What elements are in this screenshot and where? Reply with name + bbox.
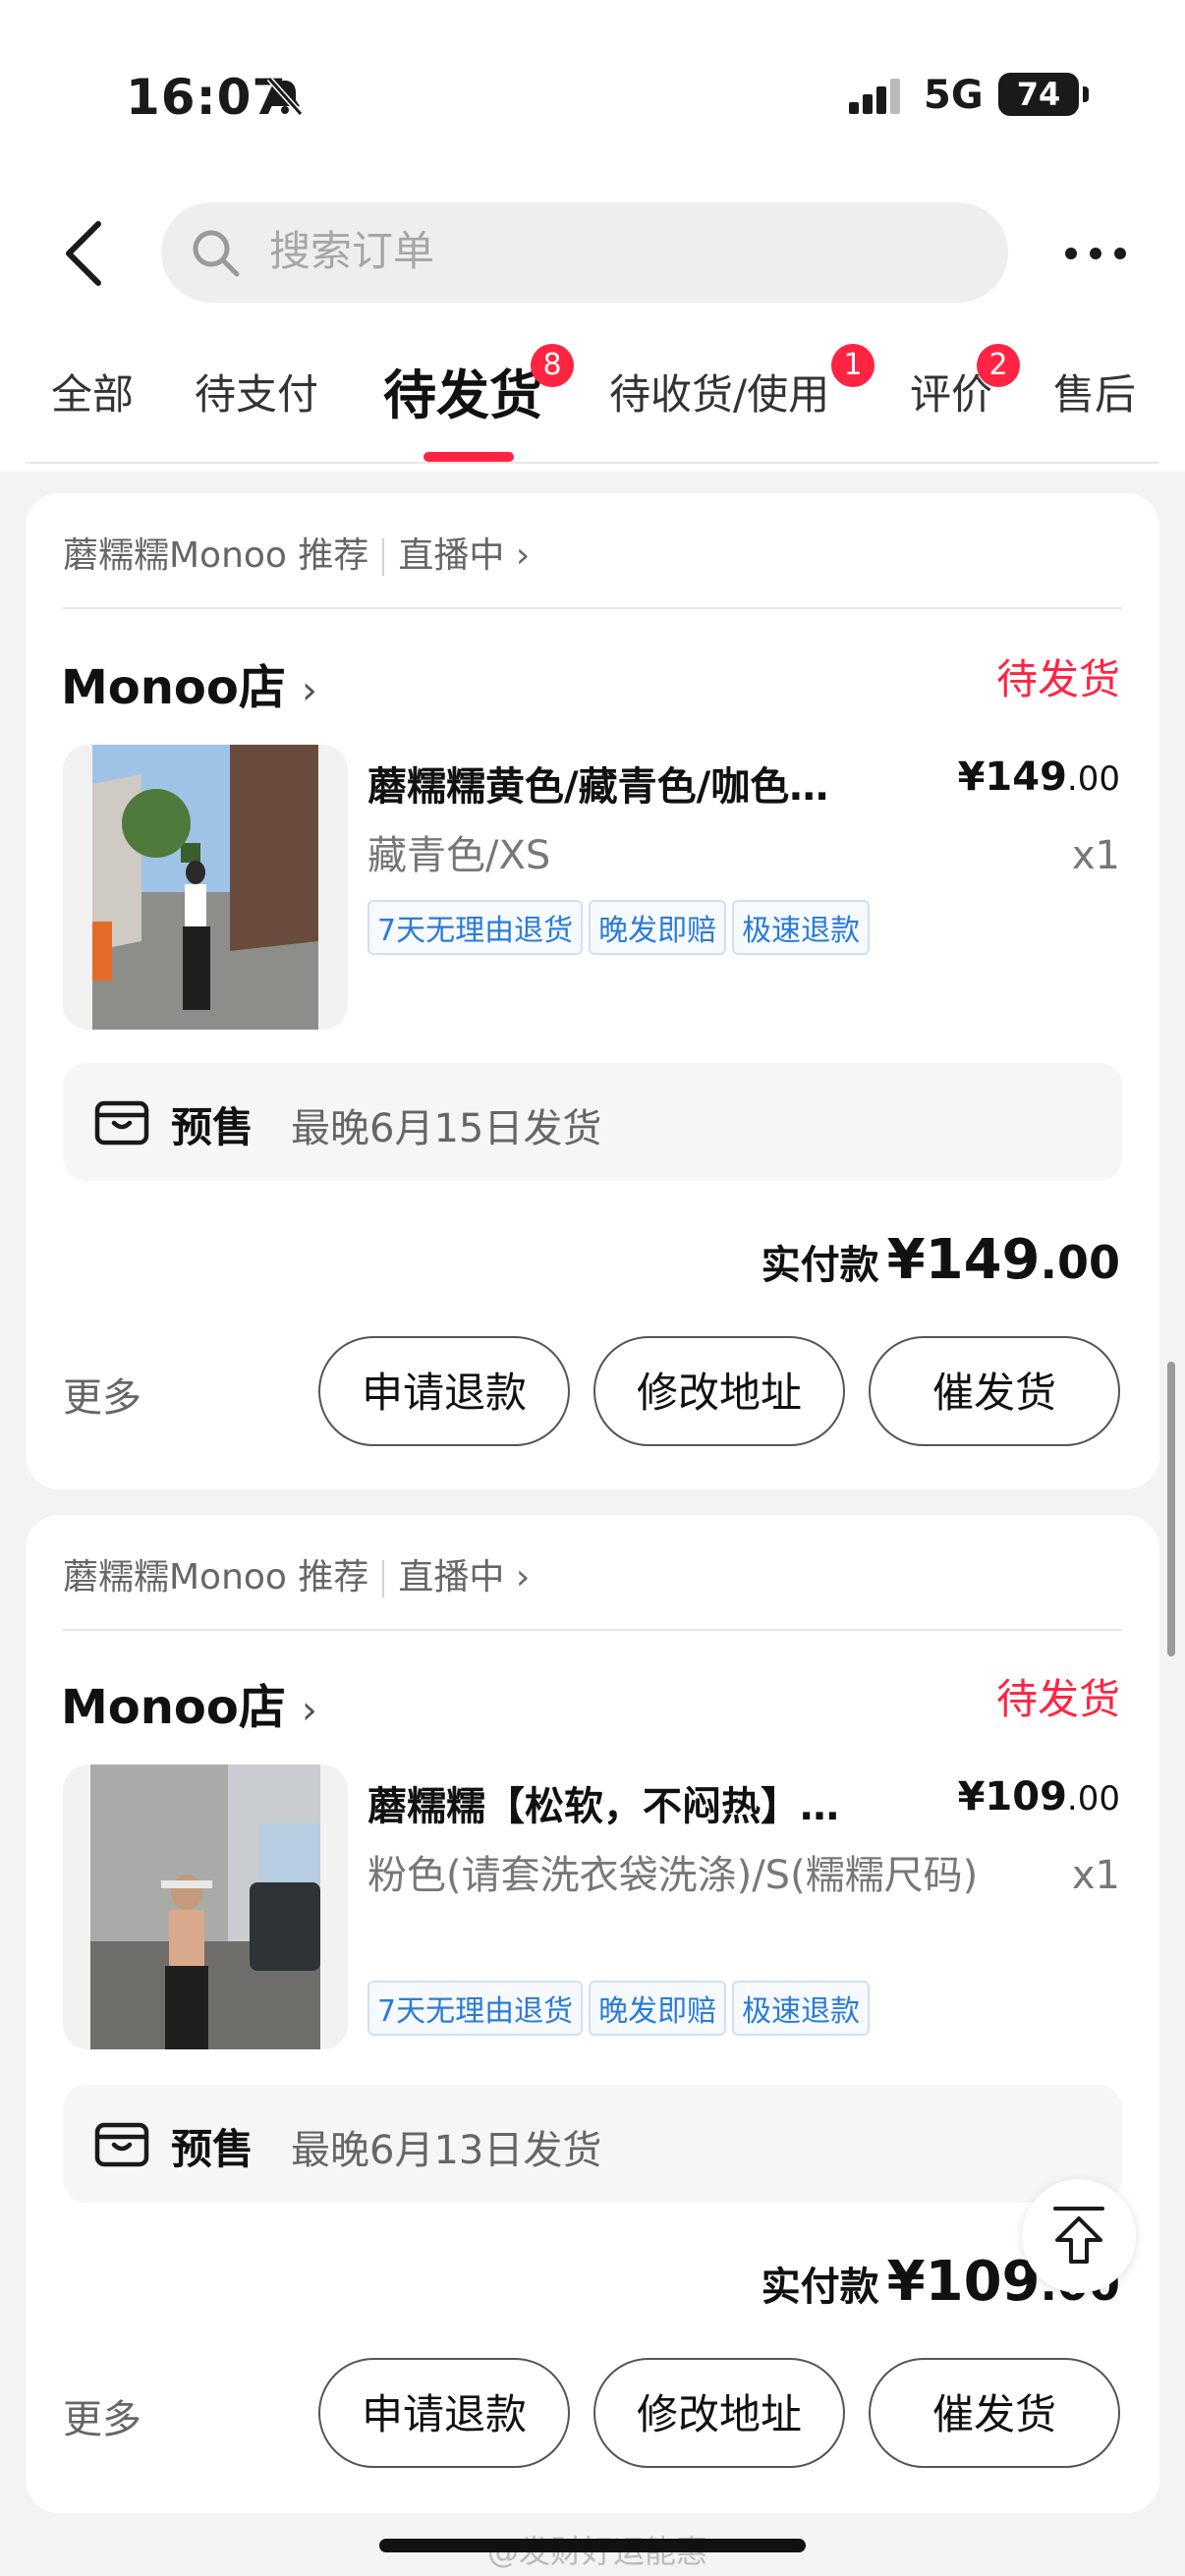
search-input[interactable]: 搜索订单 <box>161 202 1008 303</box>
live-link[interactable]: 直播中 <box>398 535 504 576</box>
product-price: ¥109.00 <box>958 1774 1120 1820</box>
tab-pending-shipment[interactable]: 待发货 <box>383 352 542 429</box>
chevron-right-icon: › <box>301 1688 317 1733</box>
tab-badge-review: 2 <box>977 344 1020 387</box>
presale-box-icon <box>94 1100 149 1146</box>
paid-amount: 实付款 ¥149.00 <box>762 1228 1120 1292</box>
tab-badge-receipt: 1 <box>831 344 875 387</box>
tab-pending-receipt[interactable]: 待收货/使用 <box>609 362 829 421</box>
paid-label: 实付款 <box>761 2265 879 2310</box>
price-main: ¥109 <box>957 1774 1067 1820</box>
product-spec: 藏青色/XS <box>367 833 551 878</box>
signal-icon <box>849 79 900 114</box>
home-indicator <box>379 2539 806 2552</box>
tag-7day-return: 7天无理由退货 <box>367 1981 584 2036</box>
service-tags: 7天无理由退货 晚发即赔 极速退款 <box>367 1981 875 2036</box>
card-divider <box>63 607 1122 609</box>
tag-late-compensation: 晚发即赔 <box>589 900 727 955</box>
more-link[interactable]: 更多 <box>63 2387 141 2444</box>
paid-decimal: .00 <box>1040 1236 1121 1289</box>
search-placeholder: 搜索订单 <box>269 227 435 275</box>
product-quantity: x1 <box>1071 1853 1120 1898</box>
card-divider <box>63 1629 1122 1631</box>
scrollbar[interactable] <box>1167 1362 1175 1656</box>
tab-after-sales[interactable]: 售后 <box>1053 362 1136 421</box>
order-tabs: 全部 待支付 待发货 8 待收货/使用 1 评价 2 售后 <box>0 344 1185 458</box>
tab-pending-payment[interactable]: 待支付 <box>195 362 318 421</box>
source-separator <box>382 1560 385 1597</box>
presale-deadline: 最晚6月13日发货 <box>291 2128 602 2173</box>
shop-name: Monoo店 <box>61 660 286 715</box>
paid-label: 实付款 <box>761 1243 879 1288</box>
shop-name-link[interactable]: Monoo店 › <box>61 648 317 717</box>
urge-shipping-button[interactable]: 催发货 <box>869 2358 1120 2468</box>
paid-main: ¥149 <box>886 1228 1041 1292</box>
order-source: 蘑糯糯Monoo 推荐 直播中 › <box>63 1548 530 1599</box>
presale-box-icon <box>94 2122 149 2167</box>
live-link[interactable]: 直播中 <box>398 1557 504 1597</box>
presale-deadline: 最晚6月15日发货 <box>291 1106 602 1151</box>
bell-muted-icon <box>266 77 304 116</box>
order-card: 蘑糯糯Monoo 推荐 直播中 › Monoo店 › 待发货 蘑糯糯黄色/藏青色/咖… <box>26 493 1159 1489</box>
order-status: 待发货 <box>995 1675 1120 1723</box>
product-quantity: x1 <box>1071 833 1120 878</box>
order-source: 蘑糯糯Monoo 推荐 直播中 › <box>63 527 530 578</box>
paid-main: ¥109 <box>886 2250 1041 2314</box>
service-tags: 7天无理由退货 晚发即赔 极速退款 <box>367 900 875 955</box>
more-link[interactable]: 更多 <box>63 1366 141 1423</box>
network-label: 5G <box>924 73 984 118</box>
product-image[interactable] <box>63 1764 348 2049</box>
status-bar: 16:07 5G 74 <box>0 0 1185 196</box>
product-photo-street <box>63 745 348 1030</box>
product-name[interactable]: 蘑糯糯【松软，不闷热】… <box>367 1774 898 1831</box>
chevron-right-icon: › <box>301 668 317 713</box>
refund-button[interactable]: 申请退款 <box>318 1336 570 1446</box>
back-to-top-button[interactable] <box>1022 2179 1136 2293</box>
source-separator <box>382 538 385 576</box>
order-status: 待发货 <box>995 655 1120 703</box>
refund-button[interactable]: 申请退款 <box>318 2358 570 2468</box>
battery-icon: 74 <box>998 73 1089 116</box>
search-icon <box>193 230 240 277</box>
product-image[interactable] <box>63 745 348 1030</box>
urge-shipping-button[interactable]: 催发货 <box>869 1336 1120 1446</box>
product-name[interactable]: 蘑糯糯黄色/藏青色/咖色… <box>367 755 898 812</box>
chevron-right-icon: › <box>515 535 531 576</box>
presale-info: 预售 最晚6月15日发货 <box>63 1063 1122 1181</box>
order-card: 蘑糯糯Monoo 推荐 直播中 › Monoo店 › 待发货 蘑糯糯【松软，不闷热】… <box>26 1515 1159 2513</box>
chevron-right-icon: › <box>515 1557 531 1597</box>
tab-all[interactable]: 全部 <box>51 362 134 421</box>
price-main: ¥149 <box>957 755 1067 800</box>
price-decimal: .00 <box>1066 759 1120 799</box>
product-spec: 粉色(请套洗衣袋洗涤)/S(糯糯尺码) <box>367 1853 979 1898</box>
source-label: 蘑糯糯Monoo 推荐 <box>63 535 369 576</box>
source-label: 蘑糯糯Monoo 推荐 <box>63 1557 369 1597</box>
product-price: ¥149.00 <box>958 755 1120 800</box>
tag-late-compensation: 晚发即赔 <box>589 1981 727 2036</box>
shop-name: Monoo店 <box>61 1680 286 1735</box>
tag-fast-refund: 极速退款 <box>732 900 871 955</box>
product-photo-model <box>63 1764 348 2049</box>
change-address-button[interactable]: 修改地址 <box>593 2358 845 2468</box>
arrow-up-icon <box>1053 2207 1104 2264</box>
presale-info: 预售 最晚6月13日发货 <box>63 2085 1122 2203</box>
presale-label: 预售 <box>171 1103 254 1151</box>
shop-name-link[interactable]: Monoo店 › <box>61 1668 317 1737</box>
tabs-divider <box>26 462 1159 464</box>
price-decimal: .00 <box>1066 1779 1120 1819</box>
active-tab-indicator <box>423 452 514 462</box>
tag-fast-refund: 极速退款 <box>732 1981 871 2036</box>
more-options-icon[interactable] <box>1061 234 1130 273</box>
tag-7day-return: 7天无理由退货 <box>367 900 584 955</box>
presale-label: 预售 <box>171 2125 254 2173</box>
back-arrow-icon[interactable] <box>59 218 108 289</box>
change-address-button[interactable]: 修改地址 <box>593 1336 845 1446</box>
tab-badge-shipment: 8 <box>531 344 574 387</box>
